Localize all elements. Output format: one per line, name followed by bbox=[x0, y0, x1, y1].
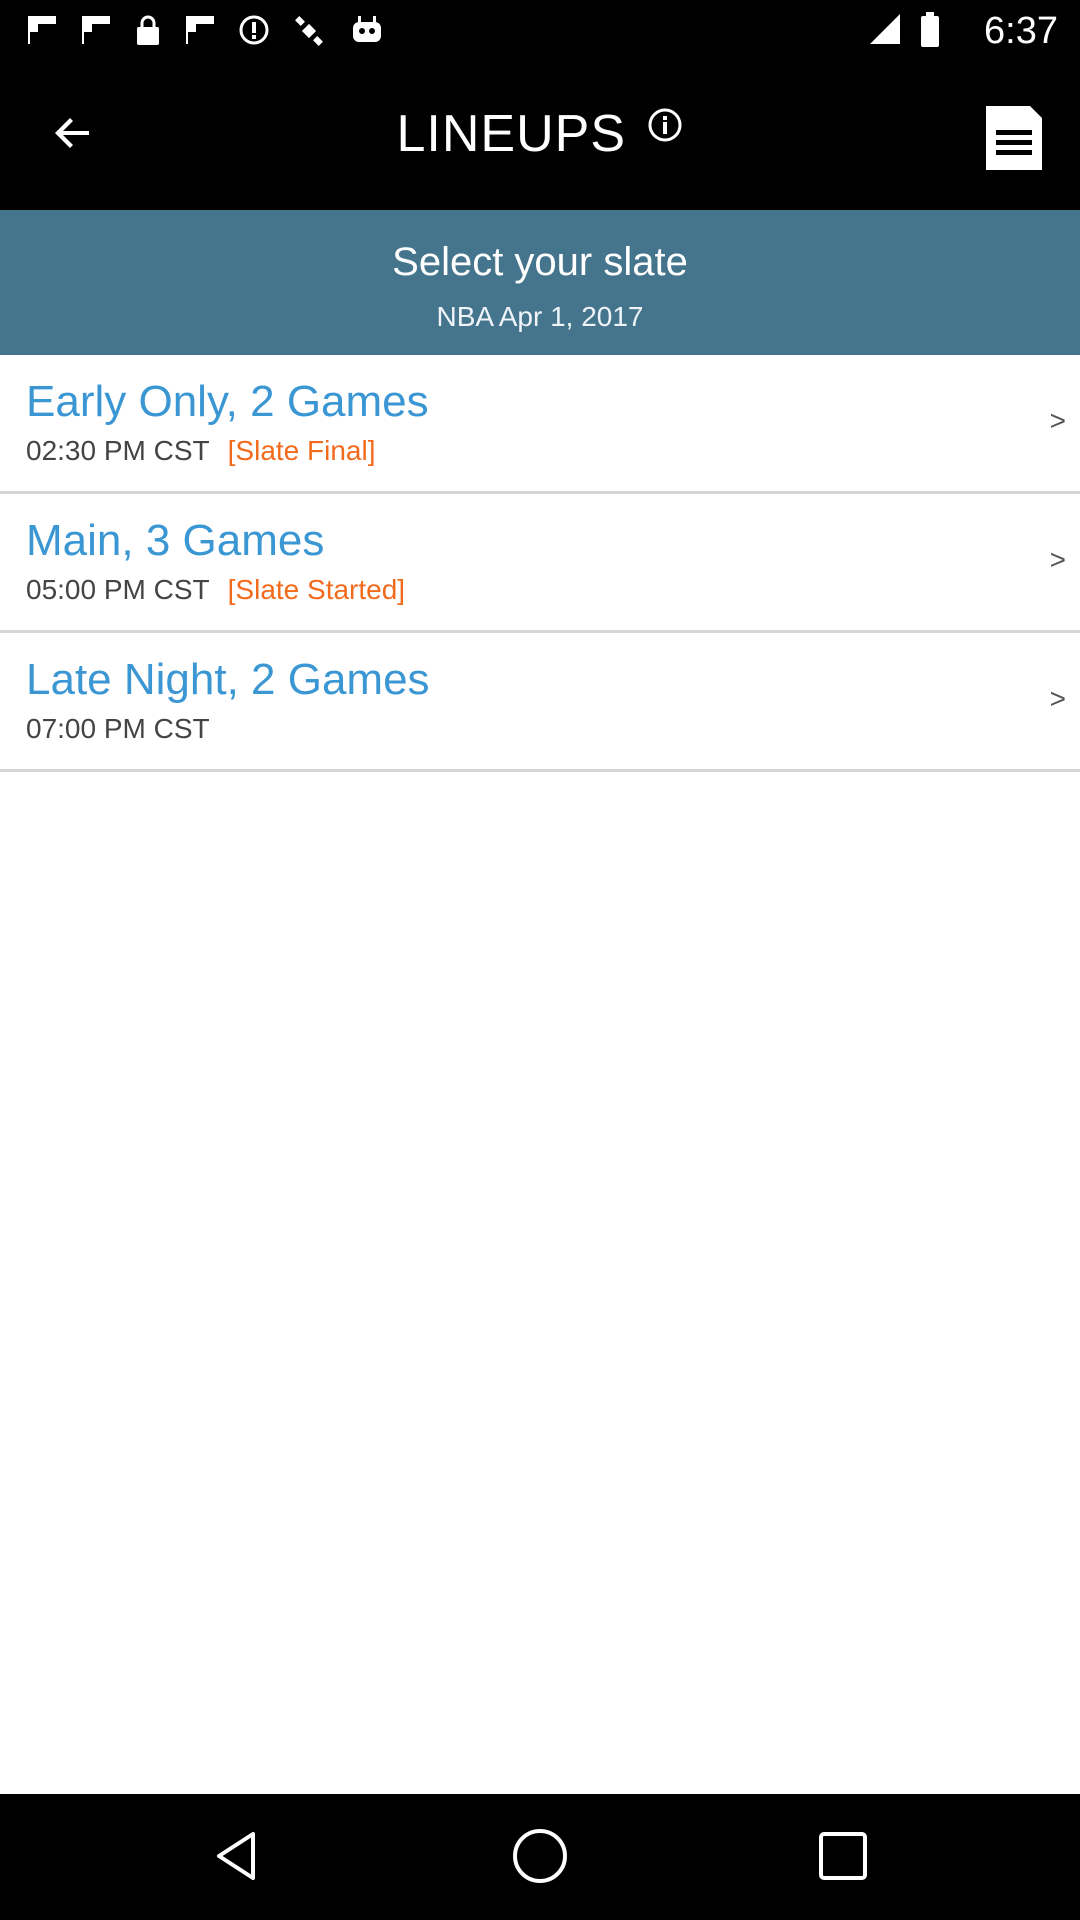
home-circle-icon bbox=[510, 1826, 570, 1891]
slate-row-early[interactable]: Early Only, 2 Games 02:30 PM CST [Slate F… bbox=[0, 355, 1080, 494]
status-time: 6:37 bbox=[984, 10, 1058, 52]
slate-name: Early Only, 2 Games bbox=[26, 377, 429, 426]
status-bar: 6:37 bbox=[0, 0, 1080, 62]
slate-row-main[interactable]: Main, 3 Games 05:00 PM CST [Slate Started… bbox=[0, 494, 1080, 633]
system-icons bbox=[868, 12, 940, 53]
system-nav-bar bbox=[0, 1794, 1080, 1920]
title-text: LINEUPS bbox=[396, 105, 627, 163]
chevron-right-icon: > bbox=[1049, 683, 1066, 714]
page-title: LINEUPS bbox=[0, 104, 1080, 164]
slate-list: Early Only, 2 Games 02:30 PM CST [Slate F… bbox=[0, 355, 1080, 772]
slate-name: Main, 3 Games bbox=[26, 516, 325, 565]
slate-time: 05:00 PM CST bbox=[26, 574, 210, 605]
recents-square-icon bbox=[817, 1830, 869, 1887]
slate-header-title: Select your slate bbox=[392, 240, 688, 284]
nav-back-button[interactable] bbox=[197, 1818, 277, 1898]
slate-header: Select your slate NBA Apr 1, 2017 bbox=[0, 210, 1080, 355]
robot-icon bbox=[350, 14, 384, 55]
nav-home-button[interactable] bbox=[500, 1818, 580, 1898]
document-list-icon bbox=[978, 102, 1050, 179]
back-triangle-icon bbox=[209, 1828, 265, 1889]
slate-time: 02:30 PM CST bbox=[26, 435, 210, 466]
circle-info-icon bbox=[238, 14, 270, 55]
app-bar: LINEUPS bbox=[0, 62, 1080, 210]
notification-icons bbox=[26, 14, 384, 55]
satellite-icon bbox=[292, 14, 328, 55]
slate-time: 07:00 PM CST bbox=[26, 713, 210, 744]
chevron-right-icon: > bbox=[1049, 544, 1066, 575]
slate-row-late-night[interactable]: Late Night, 2 Games 07:00 PM CST > bbox=[0, 633, 1080, 772]
slate-status: [Slate Final] bbox=[227, 435, 376, 466]
flipboard-icon bbox=[80, 14, 112, 55]
info-icon[interactable] bbox=[647, 96, 683, 156]
nav-recents-button[interactable] bbox=[803, 1818, 883, 1898]
slate-meta: 07:00 PM CST bbox=[26, 713, 228, 745]
slate-meta: 05:00 PM CST [Slate Started] bbox=[26, 574, 405, 606]
battery-icon bbox=[920, 12, 940, 53]
chevron-right-icon: > bbox=[1049, 405, 1066, 436]
slate-header-date: NBA Apr 1, 2017 bbox=[436, 301, 644, 332]
slate-meta: 02:30 PM CST [Slate Final] bbox=[26, 435, 376, 467]
flipboard-icon bbox=[184, 14, 216, 55]
slate-name: Late Night, 2 Games bbox=[26, 655, 430, 704]
slate-status: [Slate Started] bbox=[227, 574, 406, 605]
flipboard-icon bbox=[26, 14, 58, 55]
lock-icon bbox=[134, 14, 162, 55]
signal-icon bbox=[868, 12, 902, 53]
lineup-list-button[interactable] bbox=[974, 100, 1054, 180]
